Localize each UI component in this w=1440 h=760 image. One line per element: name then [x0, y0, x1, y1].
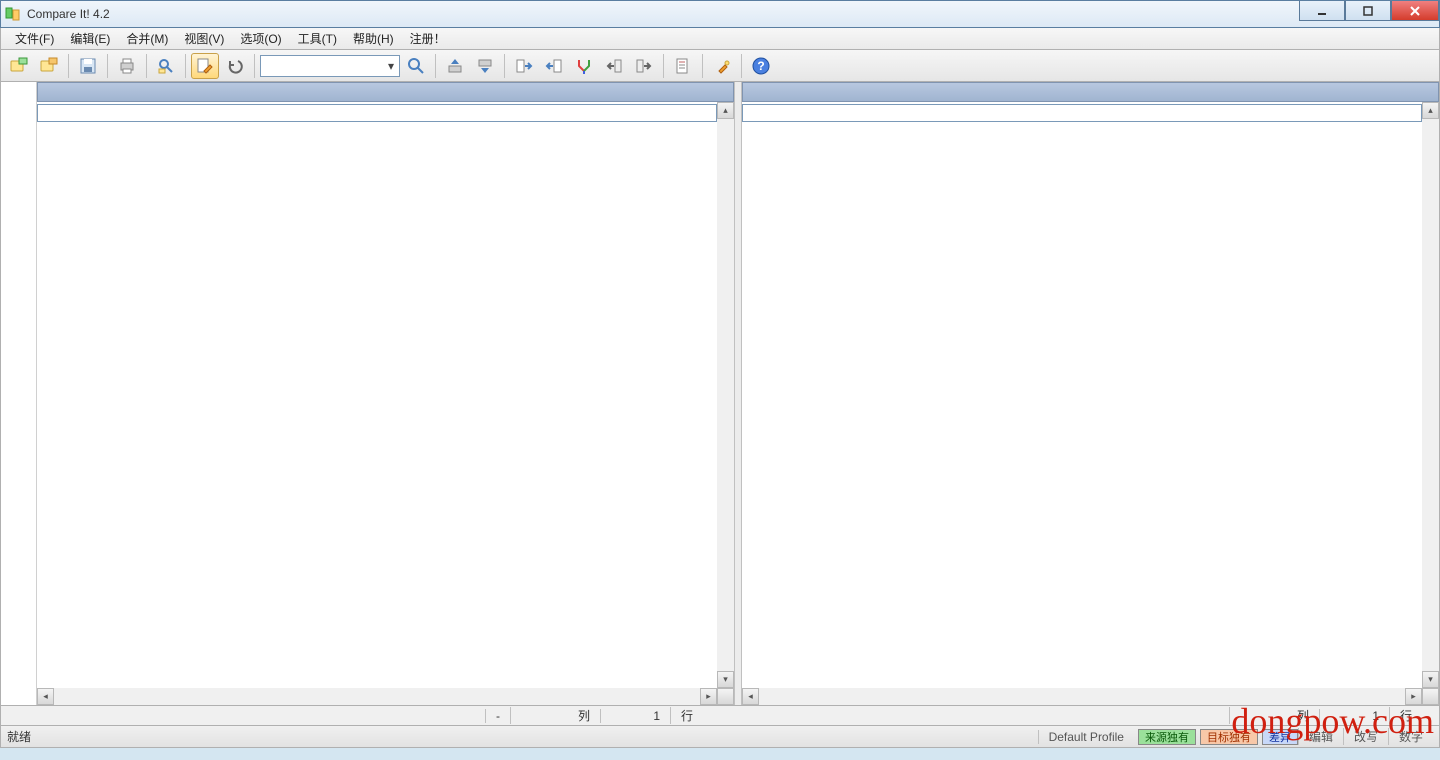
- legend-target-only: 目标独有: [1200, 729, 1258, 745]
- menu-register[interactable]: 注册！: [402, 28, 454, 49]
- titlebar: Compare It! 4.2: [0, 0, 1440, 28]
- menu-tools[interactable]: 工具(T): [290, 28, 345, 49]
- copy-left-icon[interactable]: [510, 53, 538, 79]
- menu-merge[interactable]: 合并(M): [118, 28, 176, 49]
- left-col-value: 1: [653, 709, 660, 723]
- left-h-scroll-left-icon[interactable]: ◂: [37, 688, 54, 705]
- menubar: 文件(F) 编辑(E) 合并(M) 视图(V) 选项(O) 工具(T) 帮助(H…: [0, 28, 1440, 50]
- dropdown-arrow-icon[interactable]: ▾: [383, 59, 399, 73]
- left-dash: -: [485, 709, 510, 723]
- find-icon[interactable]: [152, 53, 180, 79]
- merge-left-icon[interactable]: [600, 53, 628, 79]
- options-icon[interactable]: [708, 53, 736, 79]
- copy-right-icon[interactable]: [540, 53, 568, 79]
- pane-divider[interactable]: [734, 82, 742, 705]
- menu-view[interactable]: 视图(V): [176, 28, 232, 49]
- left-row-label: 行: [681, 707, 693, 724]
- left-editor[interactable]: [37, 122, 717, 688]
- left-h-scrollbar[interactable]: [54, 688, 700, 705]
- right-col-value: 1: [1372, 709, 1379, 723]
- merge-icon[interactable]: [570, 53, 598, 79]
- merge-right-icon[interactable]: [630, 53, 658, 79]
- print-icon[interactable]: [113, 53, 141, 79]
- right-h-scroll-left-icon[interactable]: ◂: [742, 688, 759, 705]
- right-v-scrollbar[interactable]: [1422, 119, 1439, 671]
- right-h-scrollbar[interactable]: [759, 688, 1405, 705]
- close-button[interactable]: [1391, 1, 1439, 21]
- left-h-scroll-right-icon[interactable]: ▸: [700, 688, 717, 705]
- legend-diff: 差异: [1262, 729, 1298, 745]
- left-pane: ◂ ▸ ▴ ▾: [37, 82, 734, 705]
- compare-workspace: ◂ ▸ ▴ ▾ ◂ ▸: [0, 82, 1440, 706]
- right-col-label: 列: [1297, 707, 1309, 724]
- status-overwrite: 改写: [1343, 728, 1388, 745]
- help-icon[interactable]: ?: [747, 53, 775, 79]
- status-num: 数字: [1388, 728, 1433, 745]
- menu-help[interactable]: 帮助(H): [345, 28, 402, 49]
- right-path-input[interactable]: [742, 104, 1422, 122]
- status-edited: 编辑: [1298, 728, 1343, 745]
- search-icon[interactable]: [402, 53, 430, 79]
- right-row-label: 行: [1400, 707, 1412, 724]
- left-v-scroll-up-icon[interactable]: ▴: [717, 102, 734, 119]
- left-v-scroll-down-icon[interactable]: ▾: [717, 671, 734, 688]
- left-pane-header[interactable]: [37, 82, 734, 102]
- save-icon[interactable]: [74, 53, 102, 79]
- right-v-scroll-down-icon[interactable]: ▾: [1422, 671, 1439, 688]
- app-icon: [5, 6, 21, 22]
- search-combo[interactable]: ▾: [260, 55, 400, 77]
- left-path-input[interactable]: [37, 104, 717, 122]
- statusbar: 就绪 Default Profile 来源独有 目标独有 差异 编辑 改写 数字: [0, 726, 1440, 748]
- right-h-scroll-right-icon[interactable]: ▸: [1405, 688, 1422, 705]
- prev-diff-icon[interactable]: [441, 53, 469, 79]
- report-icon[interactable]: [669, 53, 697, 79]
- edit-mode-icon[interactable]: [191, 53, 219, 79]
- open-left-icon[interactable]: [5, 53, 33, 79]
- right-pane: ◂ ▸ ▴ ▾: [742, 82, 1439, 705]
- position-bar: - 列 1 行 列 1 行: [0, 706, 1440, 726]
- right-v-scroll-up-icon[interactable]: ▴: [1422, 102, 1439, 119]
- svg-text:?: ?: [757, 59, 764, 73]
- status-ready: 就绪: [7, 728, 31, 745]
- window-controls: [1299, 1, 1439, 21]
- open-right-icon[interactable]: [35, 53, 63, 79]
- right-pane-header[interactable]: [742, 82, 1439, 102]
- next-diff-icon[interactable]: [471, 53, 499, 79]
- right-scroll-corner: [1422, 688, 1439, 705]
- undo-icon[interactable]: [221, 53, 249, 79]
- left-gutter: [1, 82, 37, 705]
- legend-source-only: 来源独有: [1138, 729, 1196, 745]
- left-scroll-corner: [717, 688, 734, 705]
- menu-file[interactable]: 文件(F): [7, 28, 62, 49]
- minimize-button[interactable]: [1299, 1, 1345, 21]
- right-editor[interactable]: [742, 122, 1422, 688]
- window-title: Compare It! 4.2: [27, 7, 1435, 21]
- menu-options[interactable]: 选项(O): [232, 28, 289, 49]
- maximize-button[interactable]: [1345, 1, 1391, 21]
- menu-edit[interactable]: 编辑(E): [62, 28, 118, 49]
- status-profile: Default Profile: [1038, 730, 1134, 744]
- left-v-scrollbar[interactable]: [717, 119, 734, 671]
- left-col-label: 列: [578, 707, 590, 724]
- toolbar: ▾ ?: [0, 50, 1440, 82]
